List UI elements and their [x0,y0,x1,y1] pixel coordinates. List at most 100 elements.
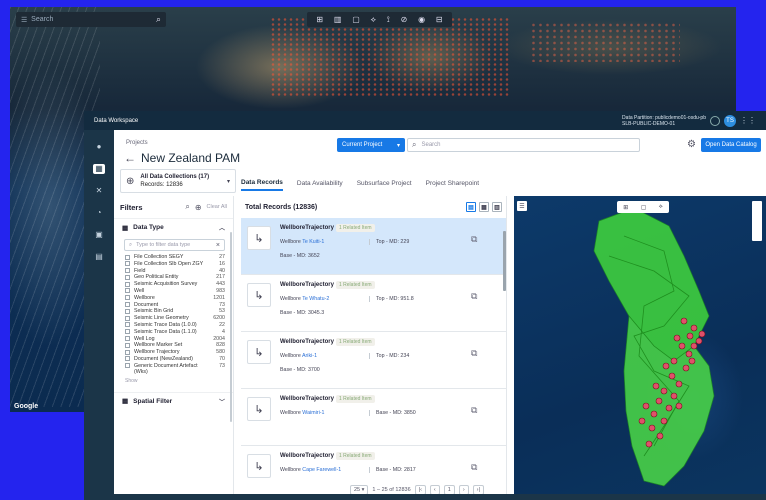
well-marker[interactable] [678,342,686,350]
tab-data-availability[interactable]: Data Availability [297,180,343,190]
well-marker[interactable] [660,417,668,425]
map-canvas[interactable] [514,196,766,500]
search-icon[interactable]: ⌕ [185,202,189,212]
background-search-bar[interactable]: ☰ Search ⌕ [16,12,166,27]
nav-data-icon[interactable]: ▣ [93,230,105,240]
well-marker[interactable] [685,350,693,358]
map-zoom-controls[interactable] [752,201,762,241]
help-icon[interactable] [710,115,720,126]
well-marker[interactable] [675,380,683,388]
data-type-row[interactable]: Well Log 2004 [125,336,225,342]
well-marker[interactable] [665,404,673,412]
clear-all-link[interactable]: Clear All [207,204,227,210]
well-marker[interactable] [686,332,694,340]
checkbox[interactable] [125,295,130,301]
map-layers-icon[interactable]: ⊞ [623,204,628,211]
well-marker[interactable] [670,392,678,400]
chevron-up-icon[interactable]: ︿ [219,223,225,232]
data-type-row[interactable]: Seismic Bin Grid 53 [125,308,225,314]
checkbox[interactable] [125,302,130,308]
filters-scrollbar[interactable] [230,232,232,422]
wellbore-link[interactable]: Cape Farewell-1 [302,467,341,473]
globe-icon[interactable]: ◉ [418,15,425,24]
search-icon[interactable]: ⌕ [156,14,161,25]
data-type-filter-input[interactable]: ⌕ Type to filter data type × [124,239,225,251]
checkbox[interactable] [125,261,130,267]
spatial-filter-section-header[interactable]: ▦ Spatial Filter ﹀ [114,391,233,410]
checkbox[interactable] [125,268,130,274]
show-less-link[interactable]: Show [114,376,233,386]
clear-icon[interactable]: × [216,242,220,249]
open-external-icon[interactable]: ⧉ [471,234,477,245]
open-external-icon[interactable]: ⧉ [471,405,477,416]
checkbox[interactable] [125,322,130,328]
related-items-badge[interactable]: 1 Related Item [336,224,375,232]
checkbox[interactable] [125,254,130,260]
data-type-row[interactable]: Seismic Acquisition Survey 443 [125,281,225,287]
well-marker[interactable] [670,357,678,365]
open-external-icon[interactable]: ⧉ [471,291,477,302]
well-marker[interactable] [650,410,658,418]
well-marker[interactable] [656,432,664,440]
well-marker[interactable] [690,342,698,350]
apps-grid-icon[interactable]: ⋮⋮ [740,116,756,125]
well-marker[interactable] [682,364,690,372]
checkbox[interactable] [125,336,130,342]
card-view-icon[interactable]: ▦ [479,202,489,212]
related-items-badge[interactable]: 1 Related Item [336,338,375,346]
related-items-badge[interactable]: 1 Related Item [336,452,375,460]
list-view-icon[interactable]: ▤ [466,202,476,212]
checkbox[interactable] [125,349,130,355]
record-card[interactable]: ↳ WellboreTrajectory 1 Related Item Wellbor… [241,389,506,446]
data-type-row[interactable]: Wellbore Marker Set 828 [125,342,225,348]
wellbore-link[interactable]: Waimiri-1 [302,410,324,416]
map-toolbar[interactable]: ⊞ ▢ ⟡ [617,201,669,213]
data-type-row[interactable]: Geo Political Entity 217 [125,274,225,280]
data-collections-dropdown[interactable]: ⊕ All Data Collections (17) Records: 128… [120,169,236,193]
current-project-dropdown[interactable]: Current Project ▾ [337,138,405,152]
record-card[interactable]: ↳ WellboreTrajectory 1 Related Item Wellbor… [241,218,506,275]
tab-data-records[interactable]: Data Records [241,179,283,191]
checkbox[interactable] [125,363,130,369]
well-marker[interactable] [675,402,683,410]
checkbox[interactable] [125,329,130,335]
checkbox[interactable] [125,308,130,314]
wellbore-link[interactable]: Te Whatu-2 [302,296,329,302]
well-marker[interactable] [645,440,653,448]
well-marker[interactable] [638,417,646,425]
record-card[interactable]: ↳ WellboreTrajectory 1 Related Item Wellbor… [241,275,506,332]
open-external-icon[interactable]: ⧉ [471,348,477,359]
well-marker[interactable] [668,372,676,380]
checkbox[interactable] [125,274,130,280]
nav-workspace-icon[interactable]: ▦ [93,164,105,174]
related-items-badge[interactable]: 1 Related Item [336,395,375,403]
wellbore-link[interactable]: Ariki-1 [302,353,317,359]
data-type-row[interactable]: Seismic Trace Data (1.0.0) 22 [125,322,225,328]
checkbox[interactable] [125,281,130,287]
well-marker[interactable] [673,334,681,342]
data-type-row[interactable]: Field 40 [125,268,225,274]
checkbox[interactable] [125,288,130,294]
select-rect-icon[interactable]: ▢ [352,15,360,24]
pin-icon[interactable]: ⟟ [387,15,390,25]
nav-reports-icon[interactable]: ▤ [93,252,105,262]
data-type-row[interactable]: Wellbore Trajectory 580 [125,349,225,355]
related-items-badge[interactable]: 1 Related Item [336,281,375,289]
checkbox[interactable] [125,342,130,348]
hamburger-icon[interactable]: ☰ [21,16,27,24]
open-data-catalog-button[interactable]: Open Data Catalog [701,138,761,152]
tab-subsurface-project[interactable]: Subsurface Project [357,180,412,190]
tab-project-sharepoint[interactable]: Project Sharepoint [426,180,479,190]
well-marker[interactable] [688,357,696,365]
well-marker[interactable] [655,397,663,405]
gear-icon[interactable]: ⚙ [687,139,696,150]
map-select-icon[interactable]: ▢ [641,204,647,211]
add-filter-icon[interactable]: ⊕ [195,203,202,212]
open-external-icon[interactable]: ⧉ [471,462,477,473]
clear-selection-icon[interactable]: ⊘ [401,15,408,24]
data-type-row[interactable]: File Collection SEGY 27 [125,254,225,260]
layers-icon[interactable]: ⊞ [316,15,323,24]
table-view-icon[interactable]: ▥ [492,202,502,212]
records-scrollbar[interactable] [503,231,506,291]
map-menu-icon[interactable]: ☰ [517,201,527,211]
